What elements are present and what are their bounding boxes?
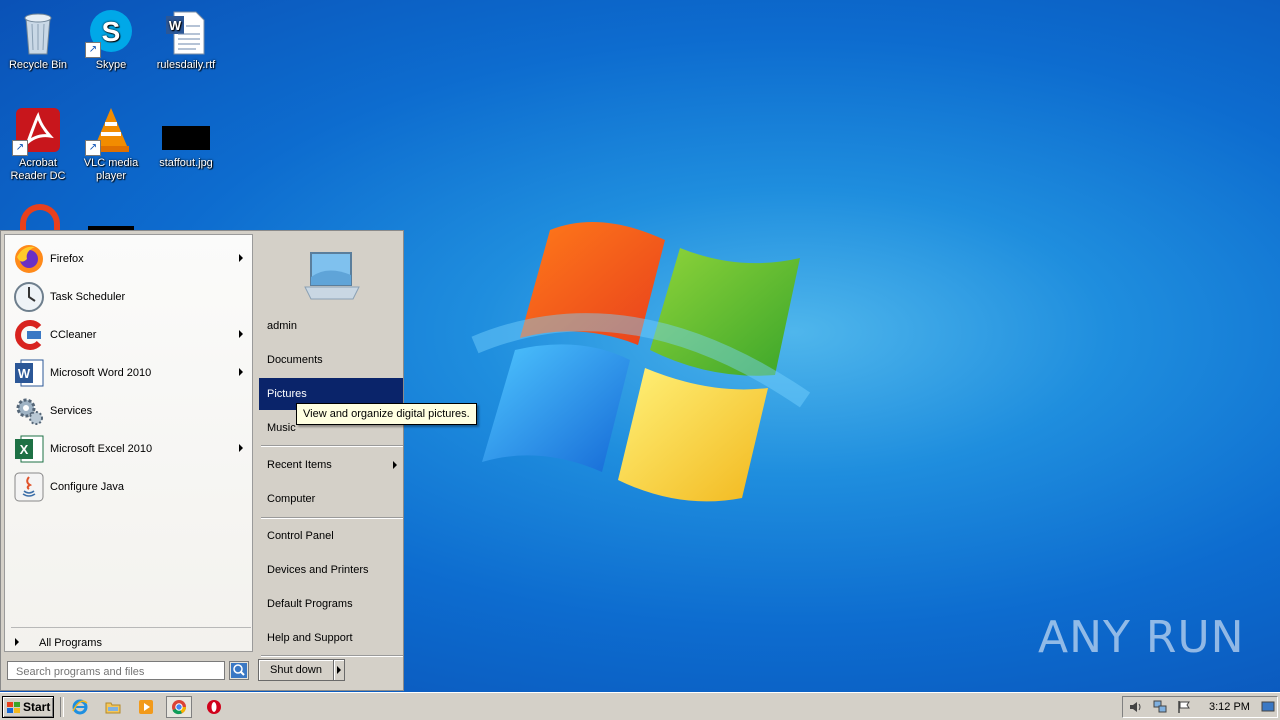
program-task-scheduler[interactable]: Task Scheduler <box>8 279 251 315</box>
desktop-icon-vlc[interactable]: ↗ VLC media player <box>73 102 149 183</box>
program-label: Configure Java <box>50 481 124 493</box>
shutdown-button[interactable]: Shut down <box>258 659 334 681</box>
program-services[interactable]: Services <box>8 393 251 429</box>
start-label: Start <box>23 700 51 714</box>
shortcut-arrow-icon: ↗ <box>85 140 101 156</box>
shortcut-arrow-icon: ↗ <box>85 42 101 58</box>
desktop-icon-acrobat-reader[interactable]: ↗ Acrobat Reader DC <box>0 102 76 183</box>
start-menu-places-pane: admin Documents Pictures Music Recent It… <box>255 231 403 692</box>
start-menu-programs-pane: Firefox Task Scheduler CCleaner W Micros… <box>4 234 253 652</box>
separator <box>60 697 64 717</box>
place-control-panel[interactable]: Control Panel <box>259 520 403 552</box>
submenu-arrow-icon <box>239 330 243 338</box>
chrome-icon <box>172 700 186 715</box>
submenu-arrow-icon <box>393 461 397 469</box>
user-picture-icon <box>304 252 360 300</box>
program-label: Microsoft Word 2010 <box>50 367 152 379</box>
shutdown-options-button[interactable] <box>333 659 345 681</box>
chrome-taskbar-button[interactable] <box>166 696 192 718</box>
program-label: CCleaner <box>50 329 97 341</box>
place-help-and-support[interactable]: Help and Support <box>259 622 403 654</box>
recycle-bin-icon <box>14 8 62 56</box>
place-devices-and-printers[interactable]: Devices and Printers <box>259 554 403 586</box>
place-computer[interactable]: Computer <box>259 483 403 515</box>
search-input[interactable] <box>7 661 225 680</box>
firefox-icon <box>15 245 43 273</box>
program-label: Task Scheduler <box>50 291 126 303</box>
desktop-icon-skype[interactable]: S ↗ Skype <box>73 4 149 72</box>
desktop-icon-label: Skype <box>95 59 127 71</box>
desktop-icon-label: rulesdaily.rtf <box>156 59 216 71</box>
shortcut-arrow-icon: ↗ <box>12 140 28 156</box>
program-firefox[interactable]: Firefox <box>8 241 251 277</box>
desktop-icon-staffout[interactable]: staffout.jpg <box>148 102 224 170</box>
place-admin[interactable]: admin <box>259 310 403 342</box>
show-desktop-icon[interactable] <box>1261 700 1275 714</box>
program-label: Microsoft Excel 2010 <box>50 443 153 455</box>
search-button[interactable] <box>229 661 249 680</box>
desktop-icon-label: Recycle Bin <box>8 59 68 71</box>
svg-text:W: W <box>18 366 31 381</box>
watermark-text: ANY RUN <box>1038 612 1245 663</box>
program-label: Services <box>50 405 93 417</box>
java-icon <box>14 472 44 502</box>
media-player-icon[interactable] <box>138 699 154 715</box>
word-document-icon: W <box>162 8 210 56</box>
windows-logo-wallpaper <box>471 222 810 502</box>
desktop-icon-rulesdaily[interactable]: W rulesdaily.rtf <box>148 4 224 72</box>
submenu-arrow-icon <box>239 254 243 262</box>
program-configure-java[interactable]: Configure Java <box>8 469 251 505</box>
place-default-programs[interactable]: Default Programs <box>259 588 403 620</box>
tooltip: View and organize digital pictures. <box>296 403 477 425</box>
system-tray: 3:12 PM <box>1122 696 1278 718</box>
program-label: Firefox <box>50 253 84 265</box>
start-menu: Firefox Task Scheduler CCleaner W Micros… <box>0 230 404 691</box>
arrow-right-icon <box>15 638 19 646</box>
action-center-flag-icon[interactable] <box>1177 700 1191 714</box>
submenu-arrow-icon <box>239 368 243 376</box>
acrobat-reader-icon: ↗ <box>12 106 62 156</box>
excel-icon: X <box>15 435 44 463</box>
vlc-icon: ↗ <box>85 106 135 156</box>
clock[interactable]: 3:12 PM <box>1209 697 1250 717</box>
svg-text:S: S <box>102 16 121 47</box>
skype-icon: S ↗ <box>85 8 135 58</box>
opera-icon[interactable] <box>206 699 222 715</box>
image-file-icon <box>162 106 210 154</box>
place-label: Recent Items <box>267 459 332 471</box>
desktop-icon-label: staffout.jpg <box>159 157 213 169</box>
submenu-arrow-icon <box>239 444 243 452</box>
separator <box>261 655 403 657</box>
gears-icon <box>16 398 43 425</box>
program-ccleaner[interactable]: CCleaner <box>8 317 251 353</box>
volume-icon[interactable] <box>1129 700 1143 714</box>
svg-text:W: W <box>169 18 182 33</box>
separator <box>11 627 251 628</box>
word-icon: W <box>15 359 44 387</box>
windows-flag-icon <box>7 701 20 713</box>
desktop-icon-label: VLC media player <box>83 157 139 182</box>
program-word-2010[interactable]: W Microsoft Word 2010 <box>8 355 251 391</box>
start-button[interactable]: Start <box>2 696 54 718</box>
place-recent-items[interactable]: Recent Items <box>259 449 403 481</box>
svg-text:X: X <box>20 442 29 457</box>
search-icon <box>231 663 247 678</box>
explorer-folder-icon[interactable] <box>105 699 121 715</box>
anyrun-watermark: ANY RUN <box>1038 612 1245 663</box>
place-documents[interactable]: Documents <box>259 344 403 376</box>
all-programs-button[interactable]: All Programs <box>15 637 102 649</box>
ccleaner-icon <box>15 320 42 350</box>
taskbar: Start 3:12 PM <box>0 692 1280 720</box>
program-excel-2010[interactable]: X Microsoft Excel 2010 <box>8 431 251 467</box>
clock-icon <box>14 282 44 312</box>
all-programs-label: All Programs <box>39 637 102 649</box>
separator <box>261 517 403 519</box>
desktop-icon-label: Acrobat Reader DC <box>10 157 66 182</box>
internet-explorer-icon[interactable] <box>72 699 88 715</box>
network-icon[interactable] <box>1153 700 1167 714</box>
separator <box>261 445 403 447</box>
desktop-icon-recycle-bin[interactable]: Recycle Bin <box>0 4 76 72</box>
